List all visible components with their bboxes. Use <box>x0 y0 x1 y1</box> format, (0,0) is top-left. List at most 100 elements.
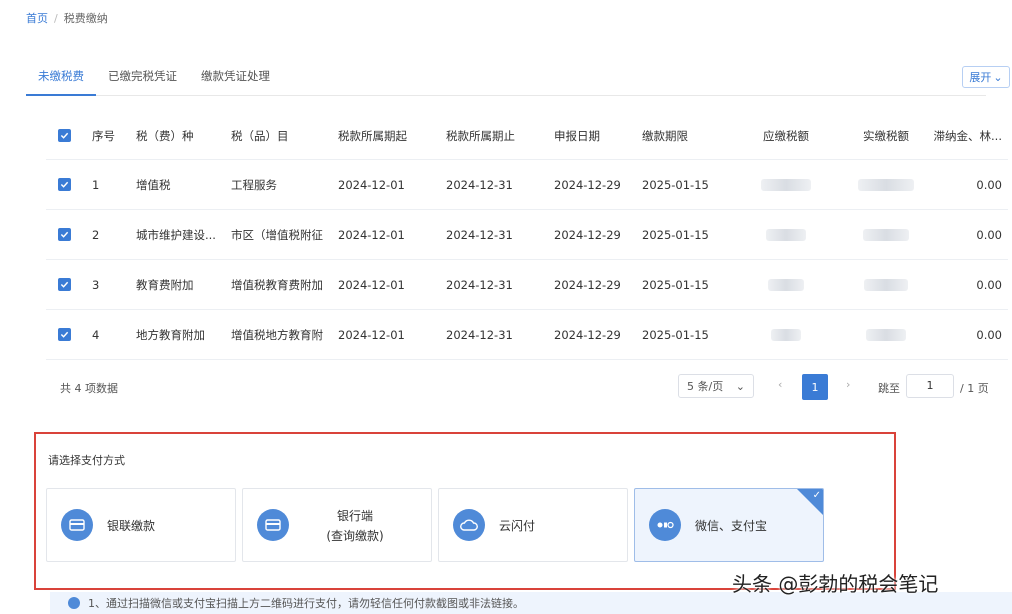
row-due-date: 2025-01-15 <box>642 277 709 292</box>
table-header: 序号 税（费）种 税（品）目 税款所属期起 税款所属期止 申报日期 缴款期限 应… <box>46 112 1008 160</box>
row-number: 2 <box>92 227 100 242</box>
row-tax-item: 增值税教育费附加 <box>231 277 323 292</box>
row-number: 3 <box>92 277 100 292</box>
row-tax-type: 增值税 <box>136 177 171 192</box>
row-number: 1 <box>92 177 100 192</box>
bank-card-icon <box>257 509 289 541</box>
expand-label: 展开 <box>969 71 992 84</box>
row-due-date: 2025-01-15 <box>642 177 709 192</box>
table-row: 4 地方教育附加 增值税地方教育附 2024-12-01 2024-12-31 … <box>46 310 1008 360</box>
breadcrumb: 首页 / 税费缴纳 <box>26 10 108 26</box>
cloud-icon <box>453 509 485 541</box>
row-period-start: 2024-12-01 <box>338 277 405 292</box>
col-header-payable: 应缴税额 <box>763 128 809 143</box>
row-payable-blurred <box>746 210 826 259</box>
payment-title: 请选择支付方式 <box>48 454 125 467</box>
next-page-icon[interactable]: › <box>846 378 850 391</box>
row-due-date: 2025-01-15 <box>642 227 709 242</box>
pagination-bar: 共 4 项数据 5 条/页 ⌄ ‹ 1 › 跳至 1 / 1 页 <box>46 372 1008 402</box>
row-actual-blurred <box>846 210 926 259</box>
row-declare-date: 2024-12-29 <box>554 327 621 342</box>
page-button-current[interactable]: 1 <box>802 374 828 400</box>
pay-option-label: 微信、支付宝 <box>695 519 768 533</box>
row-payable-blurred <box>746 260 826 309</box>
chevron-down-icon: ⌄ <box>735 379 745 393</box>
tab-unpaid[interactable]: 未缴税费 <box>26 62 96 96</box>
col-header-due-date: 缴款期限 <box>642 128 688 143</box>
row-tax-type: 城市维护建设... <box>136 227 216 242</box>
row-actual-blurred <box>846 260 926 309</box>
row-period-end: 2024-12-31 <box>446 177 513 192</box>
col-header-period-end: 税款所属期止 <box>446 128 515 143</box>
row-period-end: 2024-12-31 <box>446 327 513 342</box>
table-row: 3 教育费附加 增值税教育费附加 2024-12-01 2024-12-31 2… <box>46 260 1008 310</box>
pay-option-cloud-quickpass[interactable]: 云闪付 <box>438 488 628 562</box>
pay-option-unionpay[interactable]: 银联缴款 <box>46 488 236 562</box>
check-icon: ✓ <box>812 490 821 501</box>
tab-bar: 未缴税费 已缴完税凭证 缴款凭证处理 <box>26 62 986 96</box>
col-header-item: 税（品）目 <box>231 128 289 143</box>
row-tax-item: 增值税地方教育附 <box>231 327 323 342</box>
page-size-select[interactable]: 5 条/页 ⌄ <box>678 374 754 398</box>
col-header-period-start: 税款所属期起 <box>338 128 407 143</box>
row-tax-type: 地方教育附加 <box>136 327 205 342</box>
row-tax-type: 教育费附加 <box>136 277 194 292</box>
pages-total: / 1 页 <box>960 382 989 395</box>
row-late-fee: 0.00 <box>976 227 1002 242</box>
pay-option-label: 银行端 <box>336 509 373 523</box>
breadcrumb-home[interactable]: 首页 <box>26 10 48 26</box>
prev-page-icon[interactable]: ‹ <box>778 378 782 391</box>
col-header-declare-date: 申报日期 <box>554 128 600 143</box>
card-icon <box>61 509 93 541</box>
row-declare-date: 2024-12-29 <box>554 277 621 292</box>
pay-option-sublabel: (查询缴款) <box>326 529 384 543</box>
row-actual-blurred <box>846 310 926 359</box>
col-header-actual: 实缴税额 <box>863 128 909 143</box>
tab-paid-certificates[interactable]: 已缴完税凭证 <box>96 62 189 96</box>
row-period-start: 2024-12-01 <box>338 327 405 342</box>
col-header-no: 序号 <box>92 128 115 143</box>
row-payable-blurred <box>746 160 826 209</box>
row-late-fee: 0.00 <box>976 327 1002 342</box>
jump-page-input[interactable]: 1 <box>906 374 954 398</box>
breadcrumb-current: 税费缴纳 <box>63 12 108 25</box>
table-row: 2 城市维护建设... 市区（增值税附征 2024-12-01 2024-12-… <box>46 210 1008 260</box>
watermark-text: 头条 @彭勃的税会笔记 <box>732 572 939 596</box>
tax-table: 序号 税（费）种 税（品）目 税款所属期起 税款所属期止 申报日期 缴款期限 应… <box>46 112 1008 360</box>
notice-text: 1、通过扫描微信或支付宝扫描上方二维码进行支付，请勿轻信任何付款截图或非法链接。 <box>88 597 524 610</box>
row-payable-blurred <box>746 310 826 359</box>
row-due-date: 2025-01-15 <box>642 327 709 342</box>
row-checkbox[interactable] <box>58 160 74 209</box>
pay-option-wechat-alipay[interactable]: 微信、支付宝 ✓ <box>634 488 824 562</box>
row-period-end: 2024-12-31 <box>446 277 513 292</box>
pay-option-bank[interactable]: 银行端 (查询缴款) <box>242 488 432 562</box>
expand-button[interactable]: 展开 ⌄ <box>962 66 1010 88</box>
qr-pay-icon <box>649 509 681 541</box>
total-count: 共 4 项数据 <box>60 382 118 395</box>
row-number: 4 <box>92 327 100 342</box>
chevron-down-icon: ⌄ <box>993 70 1003 84</box>
payment-method-section: 请选择支付方式 银联缴款 银行端 (查询缴款) 云闪付 微信、支付宝 ✓ <box>34 432 896 590</box>
col-header-tax: 税（费）种 <box>136 128 194 143</box>
row-period-end: 2024-12-31 <box>446 227 513 242</box>
page-size-value: 5 条/页 <box>687 380 724 393</box>
breadcrumb-separator: / <box>54 11 58 25</box>
row-late-fee: 0.00 <box>976 177 1002 192</box>
row-checkbox[interactable] <box>58 310 74 359</box>
select-all-checkbox[interactable] <box>58 112 74 159</box>
row-checkbox[interactable] <box>58 210 74 259</box>
table-row: 1 增值税 工程服务 2024-12-01 2024-12-31 2024-12… <box>46 160 1008 210</box>
row-declare-date: 2024-12-29 <box>554 227 621 242</box>
row-actual-blurred <box>846 160 926 209</box>
row-declare-date: 2024-12-29 <box>554 177 621 192</box>
jump-label: 跳至 <box>878 382 900 395</box>
info-icon <box>68 597 80 609</box>
row-period-start: 2024-12-01 <box>338 227 405 242</box>
row-tax-item: 市区（增值税附征 <box>231 227 323 242</box>
row-late-fee: 0.00 <box>976 277 1002 292</box>
tab-voucher-processing[interactable]: 缴款凭证处理 <box>189 62 282 96</box>
col-header-late-fee: 滞纳金、林... <box>933 128 1002 143</box>
row-checkbox[interactable] <box>58 260 74 309</box>
row-tax-item: 工程服务 <box>231 177 277 192</box>
pay-option-label: 银联缴款 <box>107 519 156 533</box>
